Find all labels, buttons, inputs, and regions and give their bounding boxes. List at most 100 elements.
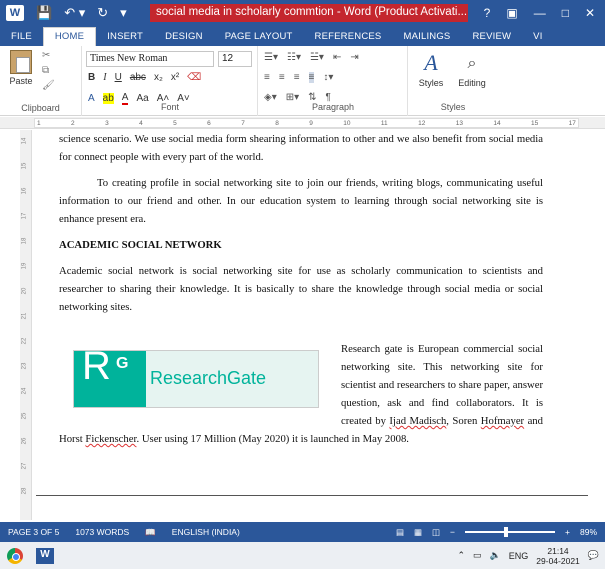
ruler-tick: 17 bbox=[568, 119, 576, 127]
line-spacing-icon[interactable]: ↕▾ bbox=[323, 72, 333, 83]
volume-icon[interactable]: 🔈 bbox=[490, 550, 501, 561]
zoom-in-button[interactable]: + bbox=[565, 527, 570, 537]
align-center-icon[interactable]: ≡ bbox=[279, 72, 285, 83]
vruler-tick: 18 bbox=[21, 237, 28, 245]
font-size-select[interactable]: 12 bbox=[218, 51, 252, 67]
increase-indent-icon[interactable]: ⇥ bbox=[350, 52, 358, 63]
tab-view[interactable]: VI bbox=[522, 28, 553, 46]
ribbon-display-icon[interactable]: ▣ bbox=[506, 6, 517, 20]
save-icon[interactable]: 💾 bbox=[36, 5, 52, 21]
tab-page-layout[interactable]: PAGE LAYOUT bbox=[214, 28, 304, 46]
restore-button[interactable]: □ bbox=[562, 6, 569, 20]
paste-button[interactable]: Paste bbox=[4, 50, 38, 94]
copy-icon[interactable]: ⧉ bbox=[42, 65, 55, 76]
read-mode-icon[interactable]: ▤ bbox=[396, 527, 404, 538]
strikethrough-button[interactable]: abc bbox=[130, 72, 146, 83]
ruler-tick: 9 bbox=[309, 119, 313, 127]
tab-references[interactable]: REFERENCES bbox=[304, 28, 393, 46]
format-painter-icon[interactable]: 🖌 bbox=[42, 80, 55, 91]
status-bar: PAGE 3 OF 5 1073 WORDS 📖 ENGLISH (INDIA)… bbox=[0, 522, 605, 542]
vruler-tick: 24 bbox=[21, 387, 28, 395]
chrome-icon[interactable] bbox=[0, 542, 30, 569]
rg-g-letter: G bbox=[116, 355, 129, 372]
print-layout-icon[interactable]: ▦ bbox=[414, 527, 422, 538]
tab-design[interactable]: DESIGN bbox=[154, 28, 214, 46]
paragraph-4-text-d: . User using 17 Million (May 2020) it is… bbox=[136, 433, 409, 445]
undo-icon[interactable]: ↶ ▾ bbox=[64, 5, 85, 21]
paragraph-3[interactable]: Academic social network is social networ… bbox=[59, 262, 543, 316]
tab-file[interactable]: FILE bbox=[0, 28, 43, 46]
bullets-icon[interactable]: ☰▾ bbox=[264, 52, 278, 63]
paragraph-1[interactable]: science scenario. We use social media fo… bbox=[59, 130, 543, 166]
vruler-tick: 26 bbox=[21, 437, 28, 445]
justify-icon[interactable]: ≡ bbox=[308, 72, 315, 83]
paragraph-label: Paragraph bbox=[311, 102, 355, 112]
underline-button[interactable]: U bbox=[115, 72, 122, 83]
cut-icon[interactable]: ✂ bbox=[42, 50, 55, 61]
show-hidden-icons[interactable]: ⌃ bbox=[458, 550, 466, 561]
word-taskbar-icon[interactable]: W bbox=[30, 542, 60, 569]
language-indicator[interactable]: ENGLISH (INDIA) bbox=[164, 527, 248, 537]
redo-icon[interactable]: ↻ bbox=[97, 5, 108, 21]
ruler-tick: 7 bbox=[241, 119, 245, 127]
vruler-tick: 16 bbox=[21, 187, 28, 195]
notifications-icon[interactable]: 💬 bbox=[588, 550, 599, 561]
align-right-icon[interactable]: ≡ bbox=[294, 72, 300, 83]
tab-review[interactable]: REVIEW bbox=[461, 28, 522, 46]
tab-insert[interactable]: INSERT bbox=[96, 28, 154, 46]
researchgate-logo[interactable]: R G ResearchGate bbox=[73, 346, 319, 408]
subscript-button[interactable]: x₂ bbox=[154, 72, 163, 83]
multilevel-list-icon[interactable]: ☱▾ bbox=[310, 52, 324, 63]
clipboard-group: Paste ✂ ⧉ 🖌 Clipboard bbox=[0, 46, 82, 116]
section-heading[interactable]: ACADEMIC SOCIAL NETWORK bbox=[59, 236, 543, 254]
align-left-icon[interactable]: ≡ bbox=[264, 72, 270, 83]
document-area[interactable]: science scenario. We use social media fo… bbox=[33, 130, 605, 522]
clock-date: 29-04-2021 bbox=[536, 555, 580, 566]
styles-button[interactable]: A Styles bbox=[414, 50, 448, 88]
superscript-button[interactable]: x² bbox=[171, 72, 179, 83]
tab-mailings[interactable]: MAILINGS bbox=[392, 28, 461, 46]
italic-button[interactable]: I bbox=[103, 72, 106, 83]
close-button[interactable]: ✕ bbox=[585, 6, 595, 20]
horizontal-ruler[interactable]: 1 2 3 4 5 6 7 8 9 10 11 12 13 14 15 17 bbox=[0, 117, 605, 129]
paste-label: Paste bbox=[9, 76, 33, 86]
vruler-tick: 21 bbox=[21, 312, 28, 320]
numbering-icon[interactable]: ☷▾ bbox=[287, 52, 301, 63]
zoom-out-button[interactable]: − bbox=[450, 527, 455, 537]
clock[interactable]: 21:14 29-04-2021 bbox=[536, 546, 579, 566]
name-ijad-madisch: Ijad Madisch bbox=[389, 415, 447, 427]
zoom-level[interactable]: 89% bbox=[580, 527, 597, 537]
zoom-slider[interactable] bbox=[465, 527, 556, 537]
ruler-tick: 13 bbox=[455, 119, 463, 127]
zoom-thumb[interactable] bbox=[503, 527, 508, 537]
input-language[interactable]: ENG bbox=[509, 551, 529, 561]
decrease-indent-icon[interactable]: ⇤ bbox=[333, 52, 341, 63]
web-layout-icon[interactable]: ◫ bbox=[432, 527, 440, 538]
paragraph-4-text-b: , Soren bbox=[446, 415, 481, 427]
vruler-tick: 28 bbox=[21, 487, 28, 495]
vruler-tick: 22 bbox=[21, 337, 28, 345]
styles-label: Styles bbox=[418, 78, 444, 88]
minimize-button[interactable]: — bbox=[534, 6, 546, 20]
researchgate-section: R G ResearchGate Research gate is Europe… bbox=[59, 340, 543, 456]
word-app-icon[interactable]: W bbox=[0, 0, 24, 26]
customize-qat-icon[interactable]: ▾ bbox=[120, 5, 127, 21]
word-count[interactable]: 1073 WORDS bbox=[67, 527, 137, 537]
bold-button[interactable]: B bbox=[88, 72, 95, 83]
clipboard-icon bbox=[10, 50, 32, 74]
tab-home[interactable]: HOME bbox=[42, 27, 97, 46]
vertical-ruler[interactable]: 14 15 16 17 18 19 20 21 22 23 24 25 26 27 28 bbox=[20, 130, 32, 520]
paragraph-2[interactable]: To creating profile in social networking… bbox=[59, 174, 543, 228]
ruler-tick: 12 bbox=[418, 119, 426, 127]
styles-group-label: Styles bbox=[440, 102, 466, 112]
page-count[interactable]: PAGE 3 OF 5 bbox=[0, 527, 67, 537]
battery-icon[interactable]: ▭ bbox=[473, 550, 482, 561]
clear-format-icon[interactable]: ⌫ bbox=[187, 72, 201, 83]
document-page[interactable]: science scenario. We use social media fo… bbox=[59, 130, 543, 456]
vruler-tick: 20 bbox=[21, 287, 28, 295]
help-button[interactable]: ? bbox=[484, 6, 491, 20]
window-controls: ? ▣ — □ ✕ bbox=[484, 0, 605, 26]
proofing-icon[interactable]: 📖 bbox=[137, 527, 164, 538]
font-name-select[interactable]: Times New Roman bbox=[86, 51, 214, 67]
editing-button[interactable]: ⌕ Editing bbox=[452, 50, 492, 88]
